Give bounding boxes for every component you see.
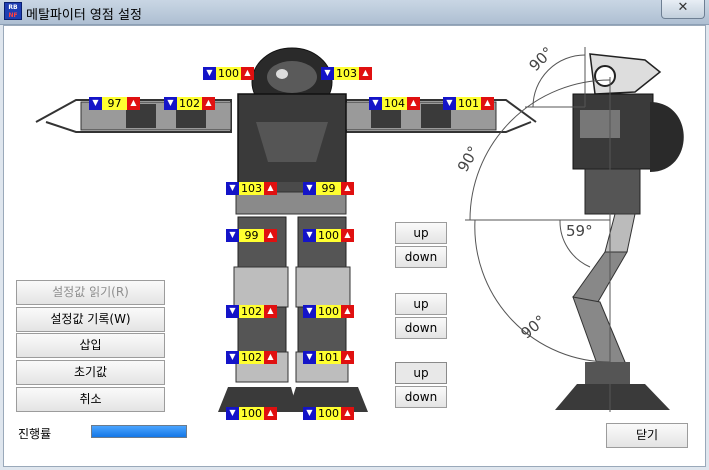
increment-button[interactable]: ▲ <box>202 96 215 110</box>
increment-button[interactable]: ▲ <box>264 406 277 420</box>
increment-button[interactable]: ▲ <box>341 406 354 420</box>
servo-arm-left-outer: ▼ 97 ▲ <box>89 96 140 110</box>
decrement-button[interactable]: ▼ <box>226 304 239 318</box>
increment-button[interactable]: ▲ <box>341 350 354 364</box>
step-down-button-1[interactable]: down <box>395 246 447 268</box>
servo-arm-right-outer: ▼ 101 ▲ <box>443 96 494 110</box>
decrement-button[interactable]: ▼ <box>303 304 316 318</box>
increment-button[interactable]: ▲ <box>359 66 372 80</box>
decrement-button[interactable]: ▼ <box>226 228 239 242</box>
progress-bar <box>91 425 187 438</box>
insert-button[interactable]: 삽입 <box>16 333 165 358</box>
servo-value: 103 <box>334 66 359 80</box>
progress-label: 진행률 <box>18 427 52 441</box>
step-down-button-3[interactable]: down <box>395 386 447 408</box>
servo-value: 102 <box>239 304 264 318</box>
title-bar: RB NF 메탈파이터 영점 설정 ✕ <box>0 0 709 25</box>
decrement-button[interactable]: ▼ <box>321 66 334 80</box>
servo-value: 97 <box>102 96 127 110</box>
decrement-button[interactable]: ▼ <box>203 66 216 80</box>
servo-arm-left-inner: ▼ 102 ▲ <box>164 96 215 110</box>
servo-ankle-left: ▼ 102 ▲ <box>226 350 277 364</box>
servo-head-right: ▼ 103 ▲ <box>321 66 372 80</box>
decrement-button[interactable]: ▼ <box>443 96 456 110</box>
servo-hip-right: ▼ 99 ▲ <box>303 181 354 195</box>
decrement-button[interactable]: ▼ <box>226 181 239 195</box>
servo-value: 99 <box>239 228 264 242</box>
increment-button[interactable]: ▲ <box>481 96 494 110</box>
decrement-button[interactable]: ▼ <box>226 350 239 364</box>
reset-default-button[interactable]: 초기값 <box>16 360 165 385</box>
decrement-button[interactable]: ▼ <box>303 228 316 242</box>
increment-button[interactable]: ▲ <box>264 181 277 195</box>
decrement-button[interactable]: ▼ <box>303 406 316 420</box>
increment-button[interactable]: ▲ <box>341 304 354 318</box>
increment-button[interactable]: ▲ <box>341 181 354 195</box>
step-up-button-2[interactable]: up <box>395 293 447 315</box>
servo-value: 99 <box>316 181 341 195</box>
progress-fill <box>92 426 186 437</box>
decrement-button[interactable]: ▼ <box>303 350 316 364</box>
decrement-button[interactable]: ▼ <box>226 406 239 420</box>
servo-knee-left: ▼ 102 ▲ <box>226 304 277 318</box>
step-down-button-2[interactable]: down <box>395 317 447 339</box>
app-icon: RB NF <box>4 2 22 20</box>
servo-value: 100 <box>316 228 341 242</box>
close-dialog-button[interactable]: 닫기 <box>606 423 688 448</box>
increment-button[interactable]: ▲ <box>241 66 254 80</box>
increment-button[interactable]: ▲ <box>264 304 277 318</box>
servo-value: 104 <box>382 96 407 110</box>
servo-value: 102 <box>177 96 202 110</box>
increment-button[interactable]: ▲ <box>407 96 420 110</box>
read-settings-button[interactable]: 설정값 읽기(R) <box>16 280 165 305</box>
decrement-button[interactable]: ▼ <box>303 181 316 195</box>
servo-value: 100 <box>316 406 341 420</box>
servo-value: 102 <box>239 350 264 364</box>
servo-knee-right: ▼ 100 ▲ <box>303 304 354 318</box>
servo-thigh-left: ▼ 99 ▲ <box>226 228 277 242</box>
angle-label-knee: 59° <box>566 222 593 240</box>
decrement-button[interactable]: ▼ <box>369 96 382 110</box>
cancel-button[interactable]: 취소 <box>16 387 165 412</box>
servo-value: 101 <box>316 350 341 364</box>
servo-value: 103 <box>239 181 264 195</box>
servo-value: 100 <box>216 66 241 80</box>
servo-value: 101 <box>456 96 481 110</box>
step-up-button-3[interactable]: up <box>395 362 447 384</box>
servo-foot-right: ▼ 100 ▲ <box>303 406 354 420</box>
servo-foot-left: ▼ 100 ▲ <box>226 406 277 420</box>
decrement-button[interactable]: ▼ <box>89 96 102 110</box>
servo-hip-left: ▼ 103 ▲ <box>226 181 277 195</box>
decrement-button[interactable]: ▼ <box>164 96 177 110</box>
servo-thigh-right: ▼ 100 ▲ <box>303 228 354 242</box>
increment-button[interactable]: ▲ <box>341 228 354 242</box>
write-settings-button[interactable]: 설정값 기록(W) <box>16 307 165 332</box>
increment-button[interactable]: ▲ <box>264 350 277 364</box>
servo-ankle-right: ▼ 101 ▲ <box>303 350 354 364</box>
step-up-button-1[interactable]: up <box>395 222 447 244</box>
servo-head-left: ▼ 100 ▲ <box>203 66 254 80</box>
servo-value: 100 <box>239 406 264 420</box>
servo-arm-right-inner: ▼ 104 ▲ <box>369 96 420 110</box>
window-title: 메탈파이터 영점 설정 <box>26 8 142 23</box>
increment-button[interactable]: ▲ <box>127 96 140 110</box>
increment-button[interactable]: ▲ <box>264 228 277 242</box>
window-close-button[interactable]: ✕ <box>661 0 705 19</box>
servo-value: 100 <box>316 304 341 318</box>
